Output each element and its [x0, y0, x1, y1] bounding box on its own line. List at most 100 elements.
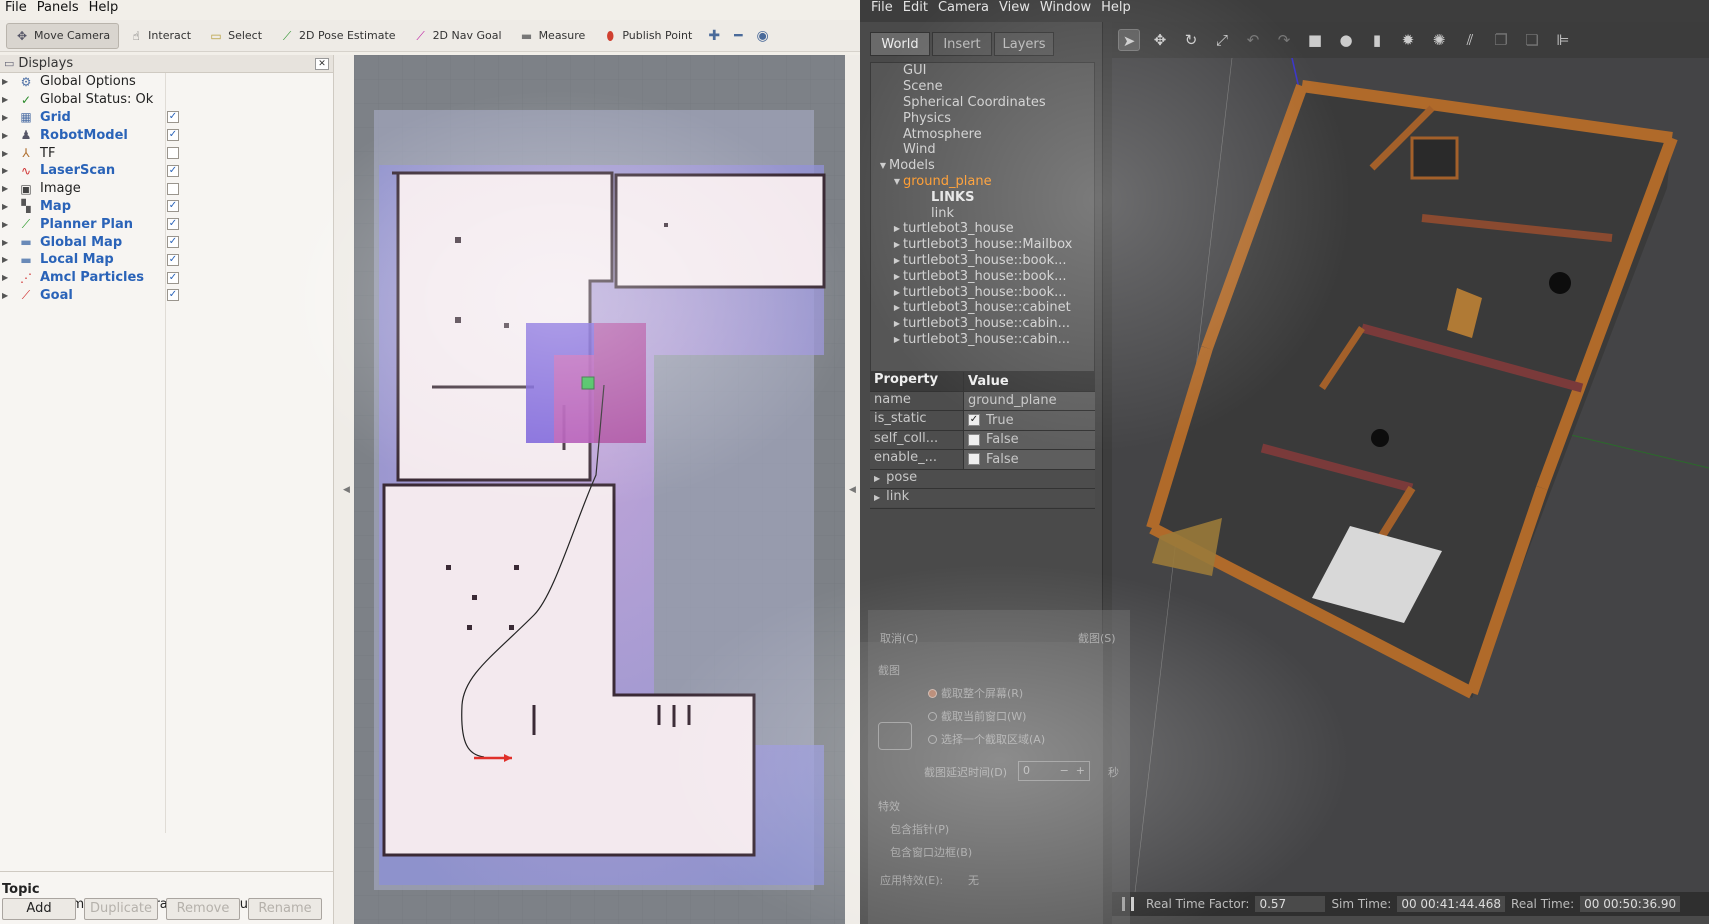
enable-checkbox[interactable]: ✓: [167, 218, 179, 231]
select-tool[interactable]: ▭ Select: [201, 23, 270, 49]
expanded-arrow-icon[interactable]: ▼: [877, 161, 889, 170]
spot-light-button[interactable]: ✺: [1428, 29, 1450, 51]
display-goal[interactable]: ▶ ⟋ Goal ✓: [0, 287, 333, 305]
world-tree-item[interactable]: ▼ ground_plane: [871, 174, 1094, 190]
box-shape-button[interactable]: ■: [1304, 29, 1326, 51]
world-tree-item[interactable]: LINKS: [871, 189, 1094, 205]
world-tree-item[interactable]: ▶ turtlebot3_house::cabin...: [871, 332, 1094, 348]
display-global-status[interactable]: ▶ ✓ Global Status: Ok: [0, 91, 333, 109]
enable-checkbox[interactable]: ✓: [167, 164, 179, 177]
display-robotmodel[interactable]: ▶ ♟ RobotModel ✓: [0, 126, 333, 144]
enable-checkbox[interactable]: ✓: [167, 289, 179, 302]
world-tree-item[interactable]: ▶ turtlebot3_house::Mailbox: [871, 237, 1094, 253]
directional-light-button[interactable]: ⫽: [1459, 29, 1481, 51]
expand-arrow-icon[interactable]: ▶: [2, 149, 12, 158]
spin-controls[interactable]: − +: [1060, 762, 1085, 780]
copy-button[interactable]: ❐: [1490, 29, 1512, 51]
collapsed-arrow-icon[interactable]: ▶: [891, 224, 903, 233]
menu-window[interactable]: Window: [1035, 0, 1096, 18]
property-pose-group[interactable]: ▶ pose: [870, 470, 1095, 489]
display-global-map[interactable]: ▶ ▬ Global Map ✓: [0, 233, 333, 251]
collapse-right-icon[interactable]: ◀: [849, 485, 856, 495]
publish-point-tool[interactable]: ⬮ Publish Point: [595, 23, 700, 49]
self-collide-checkbox[interactable]: [968, 433, 980, 446]
property-row-is-static[interactable]: is_static ✓ True: [870, 411, 1095, 431]
tab-insert[interactable]: Insert: [932, 32, 992, 56]
effect-include-pointer[interactable]: 包含指针(P): [890, 821, 949, 837]
rotate-mode-button[interactable]: ↻: [1180, 29, 1202, 51]
is-static-checkbox[interactable]: ✓: [968, 414, 980, 427]
expand-arrow-icon[interactable]: ▶: [2, 95, 12, 104]
capture-button[interactable]: 截图(S): [1078, 630, 1116, 646]
collapsed-arrow-icon[interactable]: ▶: [891, 319, 903, 328]
collapsed-arrow-icon[interactable]: ▶: [891, 335, 903, 344]
menu-file[interactable]: File: [866, 0, 898, 18]
apply-effects-select[interactable]: 无: [968, 872, 979, 888]
expand-arrow-icon[interactable]: ▶: [2, 220, 12, 229]
enable-wind-checkbox[interactable]: [968, 453, 980, 466]
display-map[interactable]: ▶ ▚ Map ✓: [0, 198, 333, 216]
expand-arrow-icon[interactable]: ▶: [2, 113, 12, 122]
delay-spinbox[interactable]: 0 − +: [1018, 761, 1090, 781]
cancel-button[interactable]: 取消(C): [880, 630, 918, 646]
property-row-enable-wind[interactable]: enable_... False: [870, 450, 1095, 470]
menu-edit[interactable]: Edit: [898, 0, 933, 18]
display-laserscan[interactable]: ▶ ∿ LaserScan ✓: [0, 162, 333, 180]
expand-arrow-icon[interactable]: ▶: [2, 202, 12, 211]
expand-arrow-icon[interactable]: ▶: [2, 273, 12, 282]
display-local-map[interactable]: ▶ ▬ Local Map ✓: [0, 251, 333, 269]
nav-goal-tool[interactable]: ⟋ 2D Nav Goal: [406, 23, 510, 49]
display-global-options[interactable]: ▶ ⚙ Global Options: [0, 73, 333, 91]
enable-checkbox[interactable]: [167, 182, 179, 195]
right-splitter[interactable]: ◀: [845, 55, 860, 924]
menu-help[interactable]: Help: [84, 0, 124, 18]
collapsed-arrow-icon[interactable]: ▶: [891, 288, 903, 297]
world-tree-item[interactable]: ▼ Models: [871, 158, 1094, 174]
rviz-3d-view[interactable]: [354, 55, 845, 924]
collapsed-arrow-icon[interactable]: ▶: [891, 272, 903, 281]
enable-checkbox[interactable]: ✓: [167, 111, 179, 124]
property-link-group[interactable]: ▶ link: [870, 489, 1095, 509]
option-full-screen[interactable]: 截取整个屏幕(R): [928, 685, 1023, 701]
option-current-window[interactable]: 截取当前窗口(W): [928, 708, 1026, 724]
world-tree-item[interactable]: GUI: [871, 63, 1094, 79]
expand-arrow-icon[interactable]: ▶: [2, 238, 12, 247]
menu-camera[interactable]: Camera: [933, 0, 994, 18]
collapsed-arrow-icon[interactable]: ▶: [891, 240, 903, 249]
expand-arrow-icon[interactable]: ▶: [2, 184, 12, 193]
pose-estimate-tool[interactable]: ⟋ 2D Pose Estimate: [272, 23, 404, 49]
world-tree-item[interactable]: ▶ turtlebot3_house::cabinet: [871, 300, 1094, 316]
expand-arrow-icon[interactable]: ▶: [2, 77, 12, 86]
enable-checkbox[interactable]: ✓: [167, 253, 179, 266]
tab-layers[interactable]: Layers: [994, 32, 1054, 56]
menu-help[interactable]: Help: [1096, 0, 1136, 18]
enable-checkbox[interactable]: ✓: [167, 271, 179, 284]
expand-arrow-icon[interactable]: ▶: [2, 131, 12, 140]
rename-button[interactable]: Rename: [248, 898, 322, 920]
translate-mode-button[interactable]: ✥: [1149, 29, 1171, 51]
enable-checkbox[interactable]: ✓: [167, 129, 179, 142]
expand-arrow-icon[interactable]: ▶: [2, 166, 12, 175]
option-select-area[interactable]: 选择一个截取区域(A): [928, 731, 1045, 747]
menu-panels[interactable]: Panels: [32, 0, 84, 18]
expand-arrow-icon[interactable]: ▶: [2, 255, 12, 264]
world-tree-item[interactable]: link: [871, 205, 1094, 221]
world-tree-item[interactable]: ▶ turtlebot3_house::cabin...: [871, 316, 1094, 332]
effect-include-border[interactable]: 包含窗口边框(B): [890, 844, 972, 860]
add-tool-button[interactable]: ✚: [702, 23, 726, 49]
world-tree-item[interactable]: ▶ turtlebot3_house::book...: [871, 253, 1094, 269]
display-tf[interactable]: ▶ ⅄ TF: [0, 144, 333, 162]
scale-mode-button[interactable]: ⤢: [1211, 29, 1233, 51]
display-image[interactable]: ▶ ▣ Image: [0, 180, 333, 198]
property-row-name[interactable]: name ground_plane: [870, 391, 1095, 411]
add-button[interactable]: Add: [2, 898, 76, 920]
cylinder-shape-button[interactable]: ▮: [1366, 29, 1388, 51]
enable-checkbox[interactable]: ✓: [167, 236, 179, 249]
display-planner-plan[interactable]: ▶ ⟋ Planner Plan ✓: [0, 215, 333, 233]
world-tree-item[interactable]: ▶ turtlebot3_house::book...: [871, 284, 1094, 300]
display-grid[interactable]: ▶ ▦ Grid ✓: [0, 109, 333, 127]
menu-file[interactable]: File: [0, 0, 32, 18]
world-tree-item[interactable]: Physics: [871, 110, 1094, 126]
remove-button[interactable]: Remove: [166, 898, 240, 920]
move-camera-tool[interactable]: ✥ Move Camera: [6, 22, 120, 49]
